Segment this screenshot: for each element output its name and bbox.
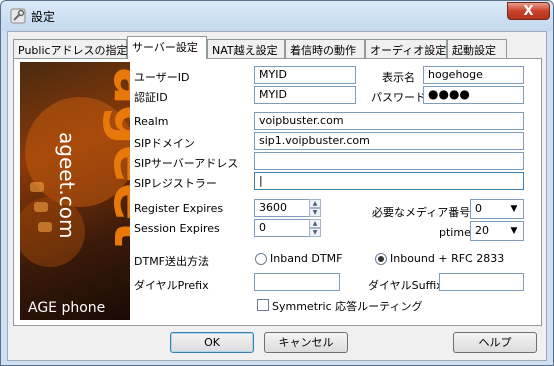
sip-registrar-field[interactable]: | bbox=[254, 172, 524, 190]
register-expires-label: Register Expires bbox=[134, 202, 224, 215]
ptime-select[interactable]: 20 ▼ bbox=[470, 221, 524, 241]
media-number-value: 0 bbox=[475, 202, 482, 215]
register-expires-field[interactable]: 3600 bbox=[254, 199, 310, 217]
banner-brand-url: ageet.com bbox=[55, 132, 79, 238]
tab-startup-settings[interactable]: 起動設定 bbox=[447, 39, 507, 58]
close-button[interactable]: X bbox=[507, 2, 550, 20]
dial-prefix-field[interactable] bbox=[254, 273, 340, 291]
sip-domain-field[interactable]: sip1.voipbuster.com bbox=[254, 132, 524, 150]
help-button[interactable]: ヘルプ bbox=[453, 332, 537, 353]
banner-graphic: ageet ageet.com AGE phone bbox=[20, 67, 130, 316]
spin-up-icon[interactable]: ▲ bbox=[309, 219, 321, 228]
spin-down-icon[interactable]: ▼ bbox=[309, 208, 321, 217]
display-name-label: 表示名 bbox=[382, 71, 415, 84]
dial-suffix-field[interactable] bbox=[439, 273, 524, 291]
dtmf-inband-radio[interactable] bbox=[255, 253, 267, 265]
session-expires-field[interactable]: 0 bbox=[254, 219, 310, 237]
cancel-button[interactable]: キャンセル bbox=[264, 332, 348, 353]
tab-incoming-call[interactable]: 着信時の動作 bbox=[285, 39, 365, 58]
title-bar[interactable]: 設定 X bbox=[1, 1, 553, 31]
dtmf-rfc2833-radio[interactable] bbox=[375, 253, 387, 265]
display-name-field[interactable]: hogehoge bbox=[423, 66, 524, 84]
user-id-field[interactable]: MYID bbox=[254, 66, 356, 84]
auth-id-field[interactable]: MYID bbox=[254, 86, 356, 104]
dropdown-arrow-icon[interactable]: ▼ bbox=[507, 224, 521, 238]
ageet-banner: ageet ageet.com AGE phone bbox=[20, 62, 130, 320]
tab-public-address[interactable]: Publicアドレスの指定 bbox=[13, 39, 128, 58]
dtmf-rfc2833-label: Inbound + RFC 2833 bbox=[390, 252, 505, 265]
ptime-label: ptime bbox=[439, 226, 471, 239]
dropdown-arrow-icon[interactable]: ▼ bbox=[507, 202, 521, 216]
sip-server-address-label: SIPサーバーアドレス bbox=[134, 157, 239, 170]
symmetric-routing-checkbox[interactable] bbox=[257, 299, 269, 311]
dial-suffix-label: ダイヤルSuffix bbox=[368, 279, 443, 292]
auth-id-label: 認証ID bbox=[134, 91, 168, 104]
media-number-select[interactable]: 0 ▼ bbox=[470, 199, 524, 219]
settings-window: 設定 X Publicアドレスの指定 サーバー設定 NAT越え設定 着信時の動作… bbox=[0, 0, 554, 366]
wrench-icon bbox=[10, 8, 26, 24]
window-title: 設定 bbox=[31, 10, 56, 24]
dtmf-method-label: DTMF送出方法 bbox=[134, 255, 210, 268]
user-id-label: ユーザーID bbox=[134, 71, 190, 84]
spin-up-icon[interactable]: ▲ bbox=[309, 199, 321, 208]
banner-product-name: AGE phone bbox=[28, 300, 105, 316]
symmetric-routing-label: Symmetric 応答ルーティング bbox=[272, 300, 423, 313]
ptime-value: 20 bbox=[475, 224, 489, 237]
spin-down-icon[interactable]: ▼ bbox=[309, 228, 321, 237]
register-expires-spinner[interactable]: ▲ ▼ bbox=[309, 199, 321, 217]
sip-domain-label: SIPドメイン bbox=[134, 137, 195, 150]
session-expires-spinner[interactable]: ▲ ▼ bbox=[309, 219, 321, 237]
session-expires-label: Session Expires bbox=[134, 222, 220, 235]
password-field[interactable]: ●●●● bbox=[423, 86, 524, 104]
dtmf-inband-label: Inband DTMF bbox=[270, 252, 343, 265]
realm-label: Realm bbox=[134, 115, 169, 128]
password-label: パスワード bbox=[371, 91, 426, 104]
ok-button[interactable]: OK bbox=[170, 332, 254, 353]
tab-audio-settings[interactable]: オーディオ設定 bbox=[365, 39, 447, 58]
media-number-label: 必要なメディア番号 bbox=[372, 206, 471, 219]
tab-nat-traversal[interactable]: NAT越え設定 bbox=[207, 39, 285, 58]
sip-server-address-field[interactable] bbox=[254, 152, 524, 170]
tab-server-settings[interactable]: サーバー設定 bbox=[127, 36, 207, 59]
banner-brand-big: ageet bbox=[101, 67, 130, 248]
realm-field[interactable]: voipbuster.com bbox=[254, 112, 524, 130]
sip-registrar-label: SIPレジストラー bbox=[134, 177, 217, 190]
dial-prefix-label: ダイヤルPrefix bbox=[134, 279, 209, 292]
